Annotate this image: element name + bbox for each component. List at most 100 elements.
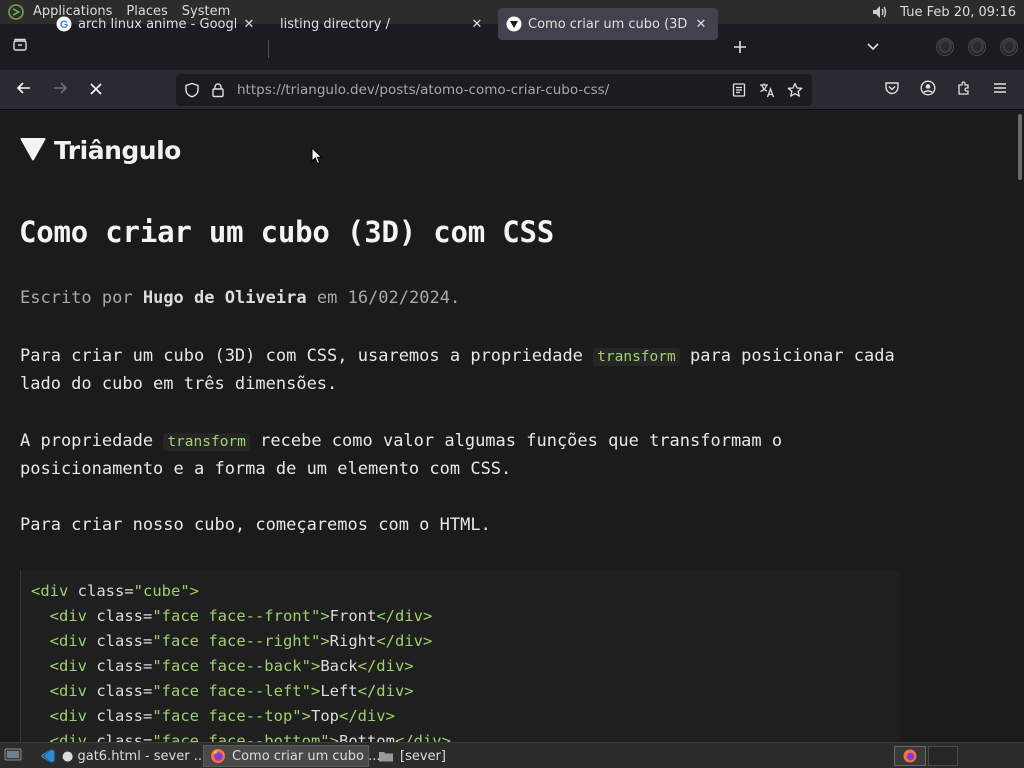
pocket-icon — [884, 80, 900, 100]
account-icon — [920, 80, 936, 100]
taskbar-item-vscode[interactable]: ● gat6.html - sever ... — [34, 745, 206, 767]
tab-close-icon[interactable]: ✕ — [692, 15, 710, 33]
code-token: Left — [320, 682, 358, 700]
tab-google-search[interactable]: G arch linux anime - Google Se ✕ — [48, 8, 266, 40]
code-token: > — [189, 582, 199, 600]
tab-close-icon[interactable]: ✕ — [468, 15, 486, 33]
list-all-tabs-button[interactable] — [862, 36, 884, 58]
paragraph-1: Para criar um cubo (3D) com CSS, usaremo… — [20, 343, 900, 398]
taskbar: ● gat6.html - sever ... Como criar um cu… — [0, 742, 1024, 768]
chevron-down-icon — [866, 38, 880, 57]
code-token: class= — [87, 732, 153, 742]
author-name: Hugo de Oliveira — [142, 288, 307, 308]
code-token: Back — [320, 657, 358, 675]
arrow-left-icon — [16, 80, 32, 100]
code-token: <div — [49, 707, 87, 725]
tab-overview-icon — [12, 37, 28, 57]
taskbar-item-label: [sever] — [400, 748, 446, 764]
scrollbar-thumb[interactable] — [1018, 114, 1022, 180]
article-byline: Escrito por Hugo de Oliveira em 16/02/20… — [20, 288, 460, 308]
taskbar-item-label: ● gat6.html - sever ... — [62, 748, 207, 764]
code-token: "face face--back" — [152, 657, 311, 675]
code-token: "face face--front" — [152, 607, 321, 625]
reader-view-icon[interactable] — [728, 79, 750, 101]
triangulo-icon — [506, 16, 522, 32]
code-line: <div class="face face--top">Top</div> — [31, 707, 395, 725]
byline-mid: em — [316, 288, 338, 308]
bookmark-star-icon[interactable] — [784, 79, 806, 101]
window-close-button[interactable] — [1000, 38, 1018, 56]
code-token: Bottom — [338, 732, 395, 742]
byline-prefix: Escrito por — [20, 288, 133, 308]
puzzle-piece-icon — [956, 80, 972, 100]
page-content: Triângulo Como criar um cubo (3D) com CS… — [0, 110, 1016, 742]
tab-close-icon[interactable]: ✕ — [240, 15, 258, 33]
taskbar-item-label: Como criar um cubo ... — [232, 748, 381, 764]
extensions-button[interactable] — [952, 78, 976, 102]
code-token: "cube" — [133, 582, 190, 600]
triangle-logo-icon — [20, 137, 46, 165]
url-bar[interactable]: https://triangulo.dev/posts/atomo-como-c… — [176, 74, 812, 106]
code-token: <div — [49, 682, 87, 700]
distro-logo-icon[interactable] — [6, 2, 26, 22]
window-minimize-button[interactable] — [936, 38, 954, 56]
code-line: <div class="face face--front">Front</div… — [31, 607, 433, 625]
account-button[interactable] — [916, 78, 940, 102]
byline-suffix: . — [449, 288, 461, 308]
tab-listing-directory[interactable]: listing directory / ✕ — [272, 8, 494, 40]
code-token: > — [310, 682, 321, 700]
site-brand[interactable]: Triângulo — [20, 136, 181, 165]
tab-overview-button[interactable] — [0, 24, 40, 70]
article-title: Como criar um cubo (3D) com CSS — [19, 215, 555, 249]
window-maximize-button[interactable] — [968, 38, 986, 56]
code-token: <div — [31, 582, 69, 600]
code-token: class= — [68, 582, 134, 600]
paragraph-text: A propriedade — [20, 431, 154, 451]
clock[interactable]: Tue Feb 20, 09:16 — [890, 5, 1024, 20]
taskbar-item-files[interactable]: [sever] — [372, 745, 532, 767]
tab-label: arch linux anime - Google Se — [78, 16, 236, 32]
stop-loading-button[interactable] — [84, 78, 108, 102]
taskbar-item-firefox[interactable]: Como criar um cubo ... — [203, 745, 380, 767]
page-scrollbar[interactable] — [1016, 110, 1024, 742]
app-menu-button[interactable] — [988, 78, 1012, 102]
code-token: </div> — [376, 632, 433, 650]
url-text[interactable]: https://triangulo.dev/posts/atomo-como-c… — [237, 82, 609, 98]
show-desktop-icon[interactable] — [4, 747, 22, 763]
tracking-protection-shield-icon[interactable] — [181, 79, 203, 101]
code-token: class= — [87, 607, 153, 625]
code-token: "face face--right" — [152, 632, 321, 650]
workspace-empty[interactable] — [928, 746, 958, 766]
code-token: </div> — [376, 607, 433, 625]
volume-icon[interactable] — [868, 1, 890, 23]
code-token: > — [301, 707, 311, 725]
publish-date: 16/02/2024 — [347, 288, 450, 308]
hamburger-menu-icon — [992, 80, 1008, 100]
paragraph-text: Para criar um cubo (3D) com CSS, usaremo… — [20, 346, 583, 366]
inline-code: transform — [593, 348, 680, 366]
code-token: </div> — [357, 682, 414, 700]
firefox-icon — [210, 748, 226, 764]
translate-icon[interactable] — [756, 79, 778, 101]
forward-button[interactable] — [48, 78, 72, 102]
new-tab-button[interactable] — [728, 36, 752, 60]
plus-icon — [733, 39, 747, 58]
code-token: <div — [49, 607, 87, 625]
code-block: <div class="cube"> <div class="face face… — [20, 570, 900, 742]
code-token: > — [320, 607, 330, 625]
workspace-switcher-icon[interactable] — [894, 746, 926, 766]
tab-triangulo-cube[interactable]: Como criar um cubo (3D) co ✕ — [498, 8, 718, 40]
arrow-right-icon — [52, 80, 68, 100]
vscode-icon — [40, 748, 56, 764]
lock-icon[interactable] — [207, 79, 229, 101]
code-line: <div class="face face--right">Right</div… — [31, 632, 433, 650]
tab-separator — [268, 40, 269, 58]
tab-label: listing directory / — [280, 16, 390, 32]
code-line: <div class="face face--back">Back</div> — [31, 657, 414, 675]
code-line: <div class="face face--bottom">Bottom</d… — [31, 732, 451, 742]
pocket-button[interactable] — [880, 78, 904, 102]
back-button[interactable] — [12, 78, 36, 102]
